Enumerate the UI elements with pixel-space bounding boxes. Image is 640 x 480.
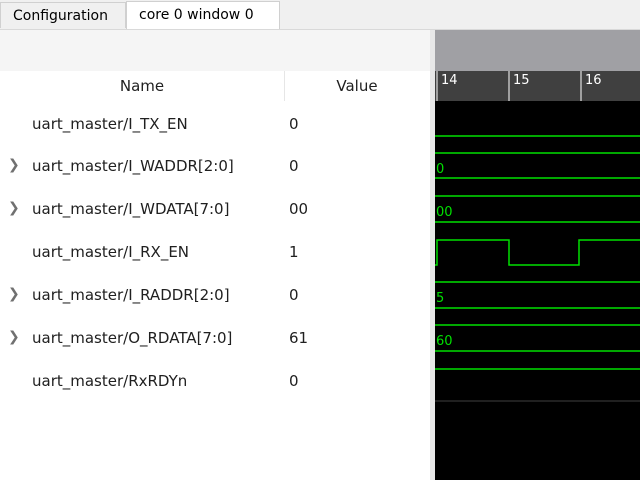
chevron-right-icon[interactable]: ❯ bbox=[8, 329, 20, 345]
signal-row-i-rx-en[interactable]: uart_master/I_RX_EN 1 bbox=[0, 231, 430, 273]
signal-value: 0 bbox=[289, 157, 299, 175]
signal-row-i-raddr[interactable]: ❯ uart_master/I_RADDR[2:0] 0 bbox=[0, 274, 430, 316]
signal-value: 0 bbox=[289, 286, 299, 304]
signal-name: uart_master/RxRDYn bbox=[32, 372, 188, 390]
signal-list-toolbar-area bbox=[0, 30, 430, 71]
signal-value: 1 bbox=[289, 243, 299, 261]
waveform-traces: 0 00 5 60 bbox=[435, 135, 640, 402]
signal-row-i-tx-en[interactable]: uart_master/I_TX_EN 0 bbox=[0, 103, 430, 145]
signal-list-pane: Name Value uart_master/I_TX_EN 0 ❯ uart_… bbox=[0, 30, 430, 480]
signal-name: uart_master/I_WADDR[2:0] bbox=[32, 157, 234, 175]
column-header-value[interactable]: Value bbox=[284, 71, 429, 101]
trace-label-wdata: 00 bbox=[436, 205, 453, 220]
signal-name: uart_master/I_WDATA[7:0] bbox=[32, 200, 230, 218]
trace-label-rdata: 60 bbox=[436, 334, 453, 349]
column-header-name[interactable]: Name bbox=[0, 71, 284, 101]
signal-value: 61 bbox=[289, 329, 309, 347]
trace-label-waddr: 0 bbox=[436, 162, 444, 177]
trace-label-raddr: 5 bbox=[436, 291, 444, 306]
chevron-right-icon[interactable]: ❯ bbox=[8, 286, 20, 302]
waveform-pane[interactable]: 14 15 16 0 00 5 60 bbox=[435, 30, 640, 480]
signal-row-i-wdata[interactable]: ❯ uart_master/I_WDATA[7:0] 00 bbox=[0, 188, 430, 230]
signal-name: uart_master/I_TX_EN bbox=[32, 115, 188, 133]
chevron-right-icon[interactable]: ❯ bbox=[8, 157, 20, 173]
tab-core-0-window-0[interactable]: core 0 window 0 bbox=[126, 1, 280, 29]
tab-bar: Configuration core 0 window 0 bbox=[0, 0, 640, 30]
signal-row-rxrdyn[interactable]: uart_master/RxRDYn 0 bbox=[0, 360, 430, 402]
signal-name: uart_master/O_RDATA[7:0] bbox=[32, 329, 233, 347]
signal-name: uart_master/I_RADDR[2:0] bbox=[32, 286, 230, 304]
signal-name: uart_master/I_RX_EN bbox=[32, 243, 190, 261]
signal-row-i-waddr[interactable]: ❯ uart_master/I_WADDR[2:0] 0 bbox=[0, 145, 430, 187]
signal-value: 0 bbox=[289, 115, 299, 133]
chevron-right-icon[interactable]: ❯ bbox=[8, 200, 20, 216]
signal-value: 00 bbox=[289, 200, 309, 218]
trace-i-rx-en bbox=[435, 239, 640, 266]
signal-row-o-rdata[interactable]: ❯ uart_master/O_RDATA[7:0] 61 bbox=[0, 317, 430, 359]
signal-value: 0 bbox=[289, 372, 299, 390]
tab-configuration[interactable]: Configuration bbox=[0, 2, 126, 28]
